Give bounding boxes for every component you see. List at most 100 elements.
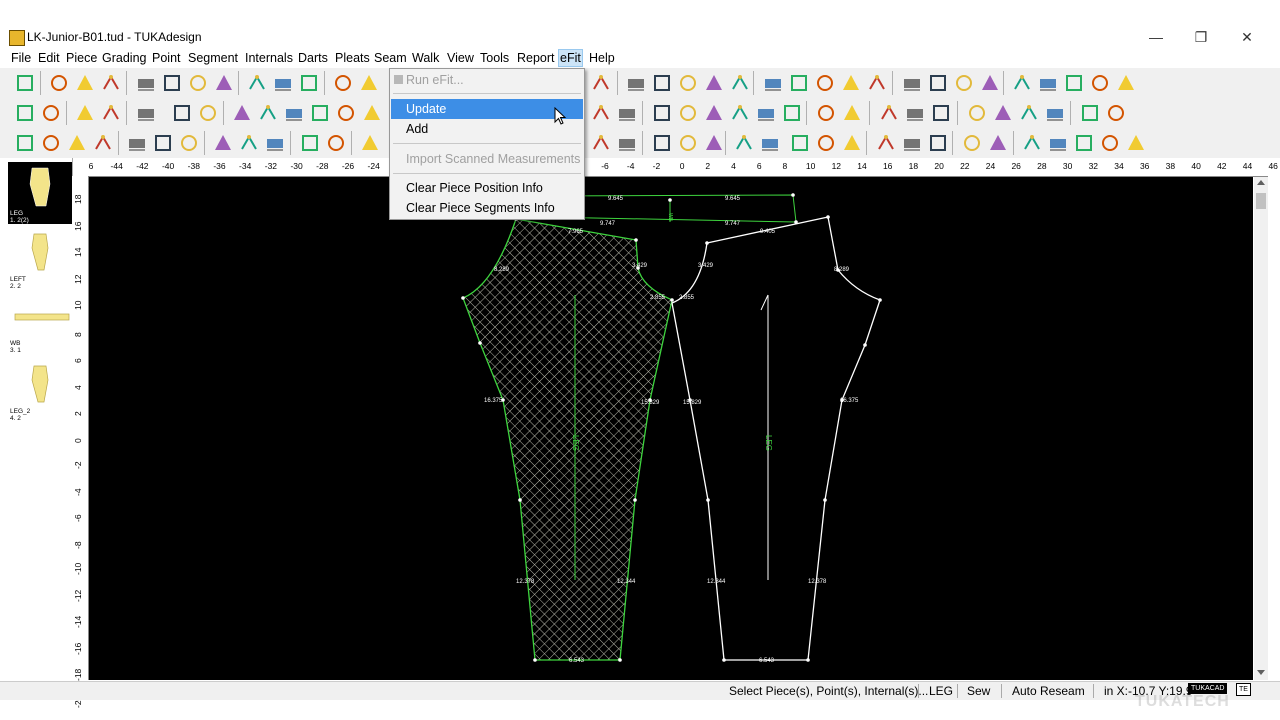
text-icon[interactable] <box>335 102 357 124</box>
vertex-point[interactable] <box>722 658 726 662</box>
internal-icon[interactable] <box>729 72 751 94</box>
save-icon[interactable] <box>100 72 122 94</box>
needle-icon[interactable] <box>815 132 837 154</box>
mirror-icon[interactable] <box>901 72 923 94</box>
sew-icon[interactable] <box>152 132 174 154</box>
vertex-point[interactable] <box>633 498 637 502</box>
print-icon[interactable] <box>135 72 157 94</box>
piece-thumb-left[interactable]: LEFT 2. 2 <box>8 230 72 292</box>
leg-piece-selected[interactable]: LEG 7.965 3.429 8.289 2.855 16.375 15.82… <box>462 218 673 664</box>
arrow-icon[interactable] <box>40 132 62 154</box>
vertex-point[interactable] <box>706 498 710 502</box>
node-icon[interactable] <box>100 102 122 124</box>
menu-pleats[interactable]: Pleats <box>334 50 371 66</box>
menu-darts[interactable]: Darts <box>297 50 329 66</box>
measure-grid-icon[interactable] <box>930 102 952 124</box>
menu-efit[interactable]: eFit <box>558 49 583 67</box>
shape-icon[interactable] <box>625 72 647 94</box>
button-icon[interactable] <box>651 102 673 124</box>
fix-icon[interactable] <box>841 132 863 154</box>
menu-walk[interactable]: Walk <box>411 50 440 66</box>
cut-icon[interactable] <box>246 72 268 94</box>
grid-select-icon[interactable] <box>966 102 988 124</box>
menu-tools[interactable]: Tools <box>479 50 510 66</box>
move-icon[interactable] <box>197 102 219 124</box>
menu-report[interactable]: Report <box>516 50 556 66</box>
fold-icon[interactable] <box>755 102 777 124</box>
book-icon[interactable] <box>1099 132 1121 154</box>
walk-icon[interactable] <box>814 72 836 94</box>
line-icon[interactable] <box>14 132 36 154</box>
vertex-point[interactable] <box>668 198 672 202</box>
join-point-icon[interactable] <box>212 132 234 154</box>
split-icon[interactable] <box>66 132 88 154</box>
ruler-icon[interactable] <box>759 132 781 154</box>
balance-icon[interactable] <box>126 132 148 154</box>
restore-icon[interactable]: ❐ <box>1191 28 1211 46</box>
leg-piece[interactable]: LEG 9.405 3.429 8.289 2.855 15.829 16.37… <box>671 216 881 664</box>
spiral-icon[interactable] <box>1089 72 1111 94</box>
point-icon[interactable] <box>677 72 699 94</box>
notch-icon[interactable] <box>590 102 612 124</box>
layer-icon[interactable] <box>1044 102 1066 124</box>
measure-icon[interactable] <box>788 72 810 94</box>
match-icon[interactable] <box>40 102 62 124</box>
slash-icon[interactable] <box>677 132 699 154</box>
rotate-icon[interactable] <box>927 72 949 94</box>
menu-internals[interactable]: Internals <box>244 50 294 66</box>
tuck-icon[interactable] <box>729 102 751 124</box>
flip-icon[interactable] <box>953 72 975 94</box>
anchor-icon[interactable] <box>309 102 331 124</box>
join-icon[interactable] <box>257 102 279 124</box>
pleat-tool-icon[interactable] <box>781 102 803 124</box>
add-pleat-icon[interactable] <box>359 132 381 154</box>
paint-icon[interactable] <box>875 132 897 154</box>
menu-clear-segments[interactable]: Clear Piece Segments Info <box>391 198 583 218</box>
redo-icon[interactable] <box>358 72 380 94</box>
piece-thumb-leg[interactable]: LEG 1. 2(2) <box>8 162 72 224</box>
piece-icon[interactable] <box>762 72 784 94</box>
align-icon[interactable] <box>979 72 1001 94</box>
dart-icon[interactable] <box>703 102 725 124</box>
hand-icon[interactable] <box>961 132 983 154</box>
menu-view[interactable]: View <box>446 50 475 66</box>
color-icon[interactable] <box>1021 132 1043 154</box>
vertex-point[interactable] <box>670 298 674 302</box>
vertex-point[interactable] <box>878 298 882 302</box>
vertex-point[interactable] <box>478 341 482 345</box>
fold-line-icon[interactable] <box>325 132 347 154</box>
zoom-icon[interactable] <box>992 102 1014 124</box>
vertex-point[interactable] <box>823 498 827 502</box>
scissors-icon[interactable] <box>789 132 811 154</box>
minimize-icon[interactable]: — <box>1146 28 1166 46</box>
paste-icon[interactable] <box>298 72 320 94</box>
grade-icon[interactable] <box>651 72 673 94</box>
walk-seam-icon[interactable] <box>299 132 321 154</box>
vertex-point[interactable] <box>688 398 692 402</box>
slide-icon[interactable] <box>238 132 260 154</box>
efit-icon[interactable] <box>590 72 612 94</box>
pattern-canvas[interactable]: 9.645 9.645 9.747 9.747 WB LEG 7.965 3.4… <box>89 177 1253 680</box>
open-file-icon[interactable] <box>74 72 96 94</box>
vertex-point[interactable] <box>634 238 638 242</box>
arch-icon[interactable] <box>1115 72 1137 94</box>
grid-icon[interactable] <box>841 102 863 124</box>
vertex-point[interactable] <box>826 215 830 219</box>
cut-piece-icon[interactable] <box>231 102 253 124</box>
gear-icon[interactable] <box>1125 132 1147 154</box>
vertex-point[interactable] <box>461 296 465 300</box>
buttonhole-icon[interactable] <box>677 102 699 124</box>
swing-icon[interactable] <box>616 132 638 154</box>
vertex-point[interactable] <box>533 658 537 662</box>
brush-icon[interactable] <box>927 132 949 154</box>
vertex-point[interactable] <box>501 398 505 402</box>
circle-icon[interactable] <box>1037 72 1059 94</box>
vertex-point[interactable] <box>791 193 795 197</box>
piece-thumb-wb[interactable]: WB 3. 1 <box>8 308 72 370</box>
pentagon-icon[interactable] <box>1063 72 1085 94</box>
marker-icon[interactable] <box>1105 102 1127 124</box>
export-icon[interactable] <box>213 72 235 94</box>
new-file-icon[interactable] <box>48 72 70 94</box>
select-icon[interactable] <box>14 72 36 94</box>
menu-point[interactable]: Point <box>151 50 182 66</box>
